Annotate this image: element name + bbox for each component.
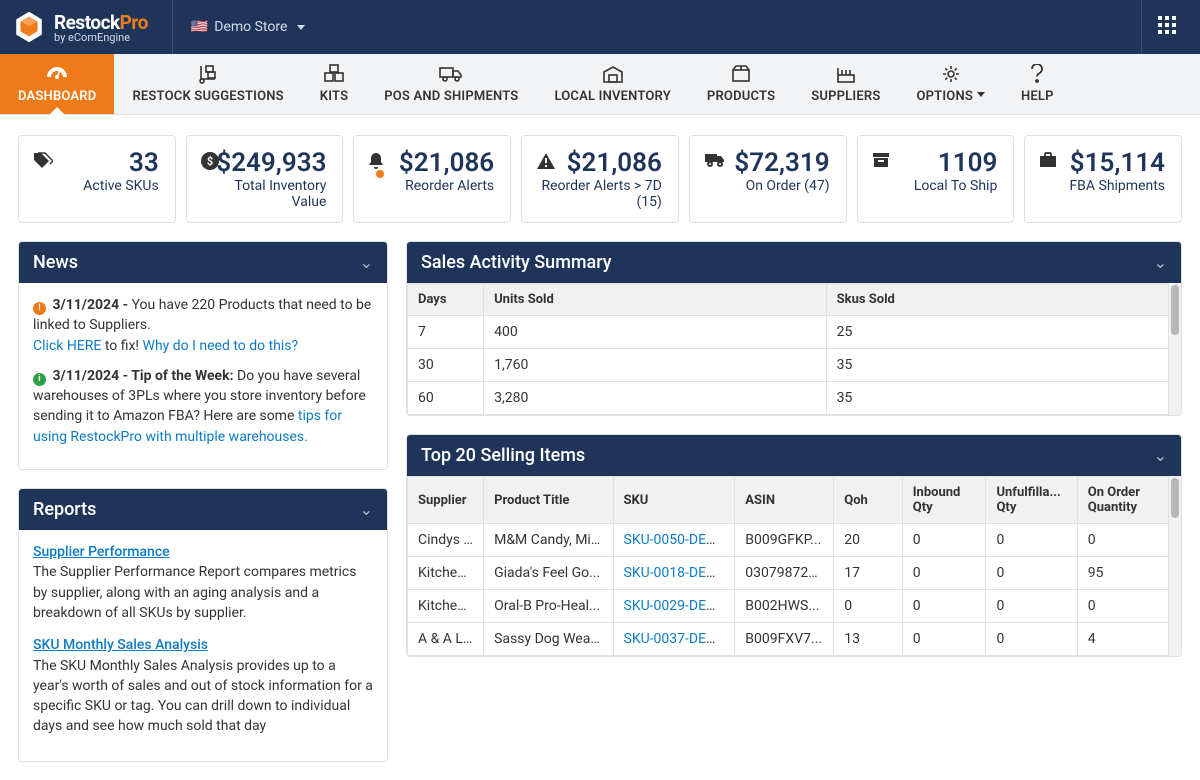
chevron-down-icon[interactable]: ⌄	[1154, 253, 1167, 272]
nav-suppliers[interactable]: SUPPLIERS	[793, 54, 898, 114]
panel-title: Reports	[33, 499, 96, 520]
chevron-down-icon[interactable]: ⌄	[360, 253, 373, 272]
table-row[interactable]: A & A LI...Sassy Dog Wear...SKU-0037-DEM…	[408, 623, 1169, 656]
content: 33 Active SKUs $ $249,933 Total Inventor…	[0, 115, 1200, 780]
kpi-local-to-ship[interactable]: 1109 Local To Ship	[857, 135, 1015, 223]
kpi-row: 33 Active SKUs $ $249,933 Total Inventor…	[18, 135, 1182, 223]
logo-text: RestockPro by eComEngine	[54, 11, 148, 44]
tags-icon	[33, 152, 53, 175]
panel-reports-header[interactable]: Reports ⌄	[19, 489, 387, 530]
nav-tabs: DASHBOARD RESTOCK SUGGESTIONS KITS POS A…	[0, 54, 1200, 115]
sku-link[interactable]: SKU-0050-DEMO	[624, 532, 728, 548]
panel-title: Top 20 Selling Items	[421, 445, 585, 466]
nav-restock[interactable]: RESTOCK SUGGESTIONS	[114, 54, 301, 114]
kpi-reorder-alerts-7d[interactable]: $21,086 Reorder Alerts > 7D (15)	[521, 135, 679, 223]
scrollbar[interactable]	[1169, 476, 1181, 656]
sku-link[interactable]: SKU-0018-DEMO	[624, 565, 728, 581]
gauge-icon	[46, 64, 68, 84]
table-row[interactable]: 740025	[408, 316, 1169, 349]
topbar: RestockPro by eComEngine 🇺🇸 Demo Store	[0, 0, 1200, 54]
panel-news-header[interactable]: News ⌄	[19, 242, 387, 283]
kpi-reorder-alerts[interactable]: $21,086 Reorder Alerts	[353, 135, 511, 223]
col-title[interactable]: Product Title	[484, 477, 613, 524]
gear-icon	[942, 64, 960, 84]
panel-sales: Sales Activity Summary ⌄ Days Units Sold…	[406, 241, 1182, 416]
handtruck-icon	[197, 64, 219, 84]
currency-icon: $	[201, 152, 219, 175]
news-link[interactable]: Click HERE	[33, 338, 101, 354]
help-icon	[1029, 64, 1045, 84]
panel-top-header[interactable]: Top 20 Selling Items ⌄	[407, 435, 1181, 476]
kpi-inventory-value[interactable]: $ $249,933 Total Inventory Value	[186, 135, 344, 223]
col-qoh[interactable]: Qoh	[834, 477, 903, 524]
warn-badge-icon: !	[33, 302, 46, 315]
warning-icon	[536, 152, 556, 175]
nav-pos[interactable]: POS AND SHIPMENTS	[366, 54, 536, 114]
report-link[interactable]: SKU Monthly Sales Analysis	[33, 637, 208, 653]
table-row[interactable]: Kitchen...Oral-B Pro-Heal...SKU-0029-DEM…	[408, 590, 1169, 623]
nav-local[interactable]: LOCAL INVENTORY	[536, 54, 688, 114]
logo-icon	[12, 10, 46, 44]
sku-link[interactable]: SKU-0037-DEMO	[624, 631, 728, 647]
store-selector[interactable]: 🇺🇸 Demo Store	[191, 19, 306, 35]
col-skus[interactable]: Skus Sold	[826, 284, 1169, 316]
col-unfulfill[interactable]: Unfulfilla... Qty	[986, 477, 1077, 524]
col-days[interactable]: Days	[408, 284, 484, 316]
topbar-right	[1141, 0, 1200, 54]
news-item: i 3/11/2024 - Tip of the Week: Do you ha…	[33, 366, 373, 447]
news-link[interactable]: Why do I need to do this?	[143, 338, 299, 354]
nav-kits[interactable]: KITS	[302, 54, 366, 114]
truck-icon	[439, 64, 463, 84]
briefcase-icon	[1039, 152, 1057, 173]
info-badge-icon: i	[33, 373, 46, 386]
bundle-icon	[323, 64, 345, 84]
top-selling-table: Supplier Product Title SKU ASIN Qoh Inbo…	[407, 476, 1169, 656]
report-item: SKU Monthly Sales Analysis The SKU Month…	[33, 635, 373, 736]
kpi-active-skus[interactable]: 33 Active SKUs	[18, 135, 176, 223]
nav-dashboard[interactable]: DASHBOARD	[0, 54, 114, 114]
apps-grid-icon[interactable]	[1158, 16, 1176, 38]
col-units[interactable]: Units Sold	[484, 284, 827, 316]
alert-dot-icon	[376, 170, 384, 178]
panel-reports: Reports ⌄ Supplier Performance The Suppl…	[18, 488, 388, 762]
scrollbar[interactable]	[1169, 283, 1181, 415]
archive-icon	[872, 152, 890, 173]
warehouse-icon	[602, 64, 624, 84]
table-row[interactable]: Kitchen...Giada's Feel Go...SKU-0018-DEM…	[408, 557, 1169, 590]
report-link[interactable]: Supplier Performance	[33, 544, 170, 560]
col-onorder[interactable]: On Order Quantity	[1077, 477, 1168, 524]
col-supplier[interactable]: Supplier	[408, 477, 484, 524]
chevron-down-icon[interactable]: ⌄	[360, 500, 373, 519]
panel-news: News ⌄ ! 3/11/2024 - You have 220 Produc…	[18, 241, 388, 470]
box-icon	[731, 64, 751, 84]
sales-table: Days Units Sold Skus Sold 740025301,7603…	[407, 283, 1169, 415]
news-item: ! 3/11/2024 - You have 220 Products that…	[33, 295, 373, 356]
panel-sales-header[interactable]: Sales Activity Summary ⌄	[407, 242, 1181, 283]
chevron-down-icon	[297, 25, 305, 30]
svg-text:$: $	[207, 155, 213, 168]
nav-help[interactable]: HELP	[1003, 54, 1072, 114]
shipping-icon	[704, 152, 726, 173]
col-inbound[interactable]: Inbound Qty	[902, 477, 986, 524]
kpi-on-order[interactable]: $72,319 On Order (47)	[689, 135, 847, 223]
nav-options[interactable]: OPTIONS	[898, 54, 1003, 114]
table-row[interactable]: 301,76035	[408, 349, 1169, 382]
flag-icon: 🇺🇸	[191, 19, 208, 35]
table-row[interactable]: 603,28035	[408, 382, 1169, 415]
panel-title: Sales Activity Summary	[421, 252, 612, 273]
factory-icon	[836, 64, 856, 84]
kpi-fba-shipments[interactable]: $15,114 FBA Shipments	[1024, 135, 1182, 223]
panel-title: News	[33, 252, 78, 273]
panel-top-selling: Top 20 Selling Items ⌄ Supplier Product …	[406, 434, 1182, 657]
table-row[interactable]: Cindys ...M&M Candy, Mil...SKU-0050-DEMO…	[408, 524, 1169, 557]
sku-link[interactable]: SKU-0029-DEMO	[624, 598, 728, 614]
chevron-down-icon[interactable]: ⌄	[1154, 446, 1167, 465]
chevron-down-icon	[977, 92, 985, 97]
logo[interactable]: RestockPro by eComEngine	[12, 0, 173, 54]
col-asin[interactable]: ASIN	[735, 477, 834, 524]
report-item: Supplier Performance The Supplier Perfor…	[33, 542, 373, 623]
col-sku[interactable]: SKU	[613, 477, 735, 524]
nav-products[interactable]: PRODUCTS	[689, 54, 793, 114]
